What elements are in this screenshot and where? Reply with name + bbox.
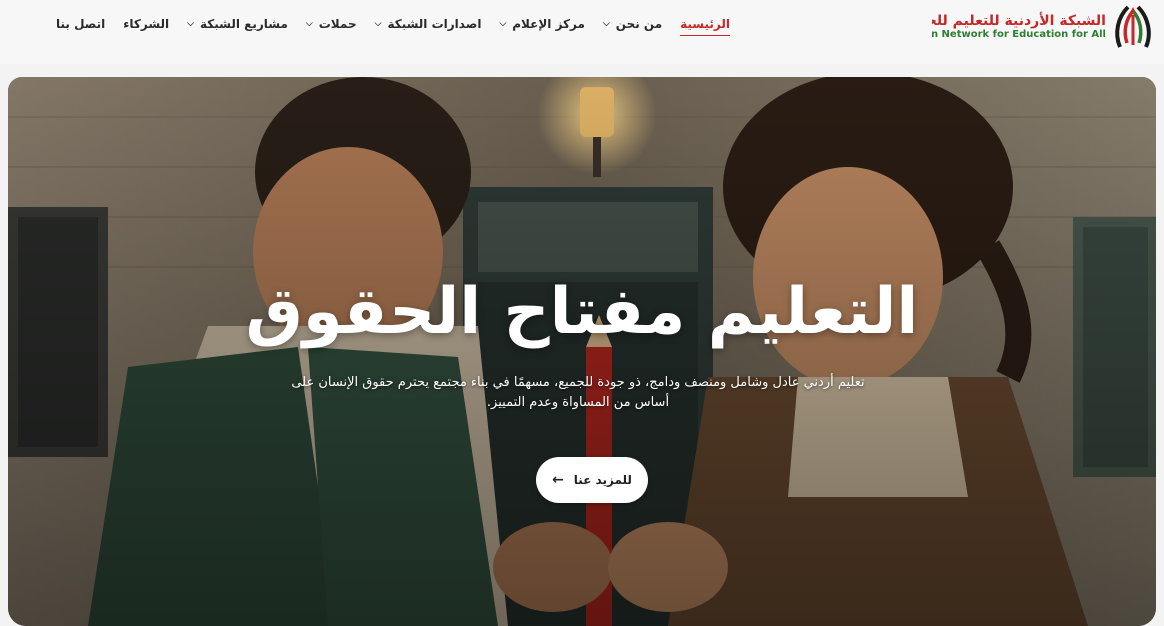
learn-more-button-label: للمزيد عنا (573, 473, 632, 487)
hero-description: تعليم أردني عادل وشامل ومنصف ودامج، ذو ج… (291, 375, 865, 410)
hero-background-image (8, 77, 1156, 626)
nav-item-projects[interactable]: مشاريع الشبكة ⌵ (187, 17, 288, 31)
nav-item-contact[interactable]: اتصل بنا (56, 17, 105, 31)
logo-emblem-icon (1115, 5, 1151, 48)
site-logo[interactable]: الشبكة الأردنية للتعليم للجميع Jordan Ne… (932, 2, 1154, 50)
logo-english-text: Jordan Network for Education for All (932, 28, 1106, 40)
nav-item-about[interactable]: من نحن ⌵ (603, 17, 662, 31)
learn-more-button[interactable]: للمزيد عنا ← (536, 457, 648, 503)
nav-item-label: الرئيسية (680, 16, 730, 31)
main-nav: الرئيسية من نحن ⌵ مركز الإعلام ⌵ اصدارات… (0, 0, 730, 48)
hero-title: التعليم مفتاح الحقوق (245, 275, 919, 349)
nav-item-home[interactable]: الرئيسية (680, 17, 730, 36)
chevron-down-icon: ⌵ (499, 19, 507, 29)
site-header: الشبكة الأردنية للتعليم للجميع Jordan Ne… (0, 0, 1164, 64)
chevron-down-icon: ⌵ (602, 19, 610, 29)
nav-item-publications[interactable]: اصدارات الشبكة ⌵ (375, 17, 482, 31)
arrow-left-icon: ← (552, 472, 564, 488)
nav-item-campaigns[interactable]: حملات ⌵ (306, 17, 357, 31)
nav-item-label: مركز الإعلام (512, 17, 585, 31)
nav-item-label: اصدارات الشبكة (387, 17, 482, 31)
nav-item-label: اتصل بنا (55, 17, 106, 31)
chevron-down-icon: ⌵ (305, 19, 313, 29)
hero-banner: التعليم مفتاح الحقوق تعليم أردني عادل وش… (8, 77, 1156, 626)
chevron-down-icon: ⌵ (374, 19, 382, 29)
logo-arabic-text: الشبكة الأردنية للتعليم للجميع (932, 12, 1106, 29)
nav-item-media-center[interactable]: مركز الإعلام ⌵ (499, 17, 585, 31)
nav-item-label: حملات (318, 17, 357, 31)
nav-item-label: الشركاء (123, 17, 170, 31)
nav-item-partners[interactable]: الشركاء (123, 17, 169, 31)
chevron-down-icon: ⌵ (187, 19, 194, 29)
nav-item-label: من نحن (615, 17, 663, 31)
nav-item-label: مشاريع الشبكة (199, 17, 288, 31)
